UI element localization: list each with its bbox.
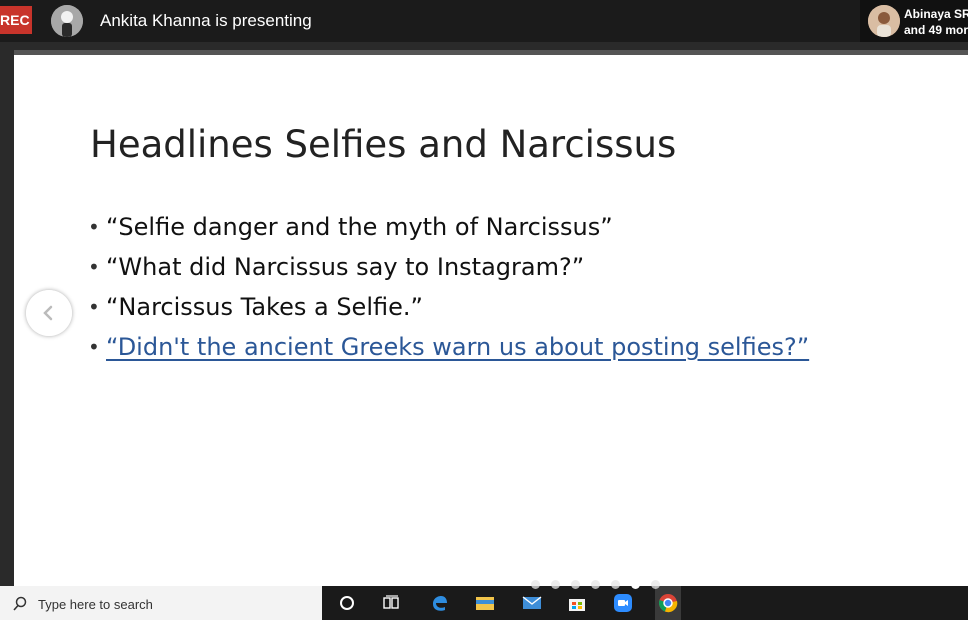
- bullet-link[interactable]: “Didn't the ancient Greeks warn us about…: [88, 327, 809, 367]
- pagination-dot[interactable]: [571, 580, 580, 589]
- mail-icon[interactable]: [521, 592, 543, 614]
- bullet-item: “Selfie danger and the myth of Narcissus…: [88, 207, 809, 247]
- shared-screen: Headlines Selfies and Narcissus “Selfie …: [0, 42, 968, 589]
- file-explorer-icon[interactable]: [474, 592, 496, 614]
- zoom-icon[interactable]: [612, 592, 634, 614]
- participants-summary[interactable]: Abinaya SR and 49 more: [860, 0, 968, 42]
- pagination-dot[interactable]: [611, 580, 620, 589]
- taskbar-search[interactable]: Type here to search: [0, 586, 322, 620]
- presenter-avatar: [51, 5, 83, 37]
- recording-badge: REC: [0, 6, 32, 34]
- bullet-item: “Narcissus Takes a Selfie.”: [88, 287, 809, 327]
- cortana-icon[interactable]: [336, 592, 358, 614]
- bullet-list: “Selfie danger and the myth of Narcissus…: [88, 207, 809, 367]
- presenter-name: Ankita Khanna is presenting: [100, 11, 312, 30]
- slide-title: Headlines Selfies and Narcissus: [90, 123, 677, 166]
- bullet-item: “What did Narcissus say to Instagram?”: [88, 247, 809, 287]
- search-placeholder: Type here to search: [38, 597, 153, 612]
- presentation-slide: Headlines Selfies and Narcissus “Selfie …: [14, 50, 968, 589]
- pagination-dot[interactable]: [591, 580, 600, 589]
- pagination-dot-active[interactable]: [631, 580, 640, 589]
- carousel-pagination: [531, 580, 660, 592]
- viewer-name: Abinaya SR: [904, 7, 968, 21]
- edge-icon[interactable]: [428, 592, 450, 614]
- presenter-bar: REC Ankita Khanna is presenting Abinaya …: [0, 0, 968, 42]
- chevron-left-icon: [43, 305, 53, 321]
- windows-taskbar: Type here to search: [0, 586, 968, 620]
- task-view-icon[interactable]: [381, 592, 403, 614]
- search-icon: [13, 596, 27, 611]
- store-icon[interactable]: [566, 592, 588, 614]
- pagination-dot[interactable]: [651, 580, 660, 589]
- previous-button[interactable]: [26, 290, 72, 336]
- viewer-count: and 49 more: [904, 23, 968, 37]
- pagination-dot[interactable]: [531, 580, 540, 589]
- pagination-dot[interactable]: [551, 580, 560, 589]
- viewer-avatar: [868, 5, 900, 37]
